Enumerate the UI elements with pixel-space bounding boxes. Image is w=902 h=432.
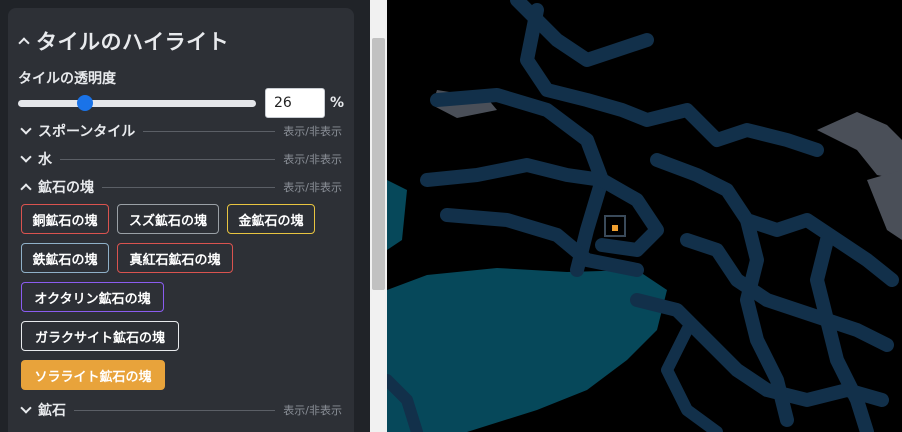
ore-button-galaxite[interactable]: ガラクサイト鉱石の塊 [21,321,179,351]
ore-button-tin[interactable]: スズ鉱石の塊 [117,204,219,234]
panel-title: タイルのハイライト [36,30,230,54]
section-label: スポーンタイル [38,124,136,140]
chevron-up-icon [20,183,32,195]
toggle-visibility[interactable]: 表示/非表示 [283,151,342,167]
panel-header[interactable]: タイルのハイライト [18,26,230,56]
settings-pane: タイルのハイライト タイルの透明度 % スポーンタイル 表示/非表示 水 表示/… [0,0,370,432]
section-label: 鉱石の塊 [38,180,94,196]
divider [102,186,276,188]
map-view[interactable] [387,0,902,432]
section-water[interactable]: 水 表示/非表示 [20,149,342,169]
panel-scrollbar[interactable] [370,0,387,432]
scrollbar-thumb[interactable] [372,38,385,290]
tile-highlight-panel: タイルのハイライト タイルの透明度 % スポーンタイル 表示/非表示 水 表示/… [8,8,354,432]
section-ore-chunks[interactable]: 鉱石の塊 表示/非表示 [20,177,342,197]
opacity-slider[interactable] [18,92,256,114]
chevron-down-icon [20,123,32,135]
toggle-visibility[interactable]: 表示/非表示 [283,123,342,139]
toggle-visibility[interactable]: 表示/非表示 [283,179,342,195]
chevron-down-icon [20,402,32,414]
ore-button-copper[interactable]: 銅鉱石の塊 [21,204,109,234]
ore-button-gold[interactable]: 金鉱石の塊 [227,204,315,234]
section-label: 鉱石 [38,403,66,419]
ore-button-octarine[interactable]: オクタリン鉱石の塊 [21,282,164,312]
divider [74,409,276,411]
opacity-input[interactable] [265,88,325,118]
chevron-up-icon [18,37,30,49]
opacity-label: タイルの透明度 [18,71,116,87]
section-label: 水 [38,152,52,168]
percent-sign: % [330,95,345,111]
section-ores[interactable]: 鉱石 表示/非表示 [20,400,342,420]
ore-button-crimsonite[interactable]: 真紅石鉱石の塊 [117,243,233,273]
map-canvas[interactable] [387,0,902,432]
solarite-ore-marker[interactable] [612,225,618,231]
slider-track[interactable] [18,100,256,107]
chevron-down-icon [20,151,32,163]
slider-thumb[interactable] [76,95,93,111]
toggle-visibility[interactable]: 表示/非表示 [283,402,342,418]
ore-button-iron[interactable]: 鉄鉱石の塊 [21,243,109,273]
divider [143,130,276,132]
ore-button-solarite[interactable]: ソラライト鉱石の塊 [21,360,165,390]
divider [60,158,276,160]
section-spawn-tiles[interactable]: スポーンタイル 表示/非表示 [20,121,342,141]
